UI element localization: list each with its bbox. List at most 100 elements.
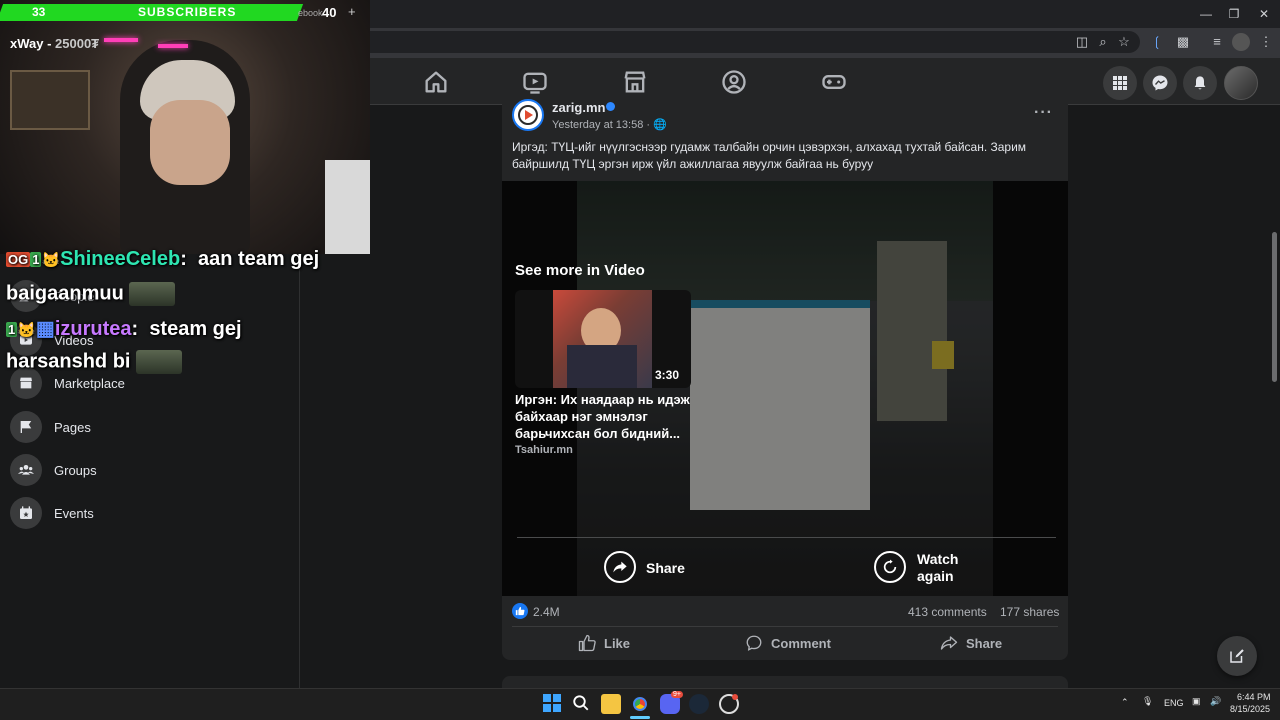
cat-emoji-icon: 🐱 <box>17 322 36 339</box>
share-button[interactable]: Share <box>940 630 1002 656</box>
reaction-count[interactable]: 2.4M <box>533 605 560 619</box>
comment-count[interactable]: 413 comments <box>908 605 987 619</box>
chat-text: aan team gej <box>198 248 320 270</box>
first-badge-icon: 1 <box>6 322 18 338</box>
bookmark-star-icon[interactable]: ☆ <box>1115 33 1133 51</box>
chat-text: steam gej <box>149 318 242 340</box>
donor-amount: 25000₮ <box>55 36 100 51</box>
apps-menu-icon[interactable] <box>1103 66 1137 100</box>
recording-dot <box>732 694 738 700</box>
microphone-icon[interactable]: 🎙 <box>1142 696 1153 707</box>
zoom-icon[interactable]: ⌕ <box>1094 33 1112 51</box>
sidebar-item-pages[interactable]: Pages <box>10 407 290 447</box>
clock-date[interactable]: 8/15/2025 <box>1230 704 1270 714</box>
like-reaction-icon[interactable] <box>512 603 528 619</box>
windows-start-icon[interactable] <box>543 694 563 714</box>
extension-icon[interactable]: ❲ <box>1148 33 1166 51</box>
og-badge-icon: OG <box>6 252 31 268</box>
related-video-source[interactable]: Tsahiur.mn <box>515 444 573 456</box>
discord-badge: 9+ <box>671 691 683 698</box>
network-icon[interactable]: ▣ <box>1192 696 1201 707</box>
chat-message: 1 🐱▦izurutea: steam gej <box>6 316 242 341</box>
comment-button[interactable]: Comment <box>745 630 831 656</box>
sidebar-item-label: Marketplace <box>54 375 125 391</box>
maximize-icon[interactable]: ❐ <box>1219 4 1249 24</box>
close-icon[interactable]: ✕ <box>1249 4 1279 24</box>
more-options-icon[interactable]: ··· <box>1034 104 1053 122</box>
donor-name: xWay - <box>10 36 56 51</box>
see-more-title: See more in Video <box>515 262 645 279</box>
comment-label: Comment <box>771 635 831 651</box>
related-video-title[interactable]: Иргэн: Их наядаар нь идэж байхаар нэг эм… <box>515 391 695 442</box>
reading-list-icon[interactable]: ≡ <box>1208 33 1226 51</box>
calendar-icon <box>10 497 42 529</box>
address-bar[interactable] <box>250 31 1140 53</box>
like-button[interactable]: Like <box>578 630 630 656</box>
tray-chevron-icon[interactable]: ⌃ <box>1121 697 1129 708</box>
thumbnail-body <box>567 345 637 388</box>
video-share-button[interactable]: Share <box>646 560 685 576</box>
file-explorer-icon[interactable] <box>601 694 621 714</box>
home-icon[interactable] <box>422 68 450 96</box>
chat-message: OG 1 🐱ShineeCeleb: aan team gej <box>6 248 319 271</box>
pc-case <box>325 160 370 254</box>
subscriber-goal: 40 <box>322 5 337 20</box>
post-timestamp[interactable]: Yesterday at 13:58 · 🌐 <box>552 118 667 131</box>
chrome-icon[interactable] <box>630 694 650 714</box>
chat-separator: : <box>131 318 139 340</box>
globe-icon: 🌐 <box>653 119 667 131</box>
chat-message-cont: harsanshd bi <box>6 350 183 374</box>
language-indicator[interactable]: ENG <box>1164 698 1184 708</box>
page-name[interactable]: zarig.mn <box>552 100 605 115</box>
page-avatar[interactable] <box>512 99 544 131</box>
chat-username: izurutea <box>54 318 132 340</box>
sidebar-item-events[interactable]: Events <box>10 493 290 533</box>
divider <box>517 537 1056 538</box>
gaming-icon[interactable] <box>820 68 848 96</box>
search-icon[interactable] <box>572 694 592 714</box>
chat-text: harsanshd bi <box>6 350 131 373</box>
volume-icon[interactable]: 🔊 <box>1210 696 1221 707</box>
watch-icon[interactable] <box>521 68 549 96</box>
puzzle-icon[interactable]: ▩ <box>1174 33 1192 51</box>
poster-frame <box>10 70 90 130</box>
first-badge-icon: 1 <box>30 252 42 268</box>
subscriber-count: 33 <box>32 5 46 19</box>
flag-icon <box>10 411 42 443</box>
marketplace-nav-icon[interactable] <box>621 68 649 96</box>
sidebar-item-label: Pages <box>54 419 91 435</box>
replay-icon[interactable] <box>874 551 906 583</box>
menu-icon[interactable]: ⋮ <box>1257 33 1275 51</box>
comment-bubble-icon <box>746 635 762 651</box>
chat-username: ShineeCeleb <box>60 248 181 270</box>
sidebar-item-label: Groups <box>54 462 97 478</box>
page-scrollbar[interactable] <box>1272 232 1277 382</box>
chat-message-cont: baigaanmuu <box>6 282 176 306</box>
divider <box>512 626 1058 627</box>
chat-separator: : <box>180 248 187 270</box>
new-tab-plus-icon[interactable]: + <box>348 4 356 19</box>
related-video-thumbnail[interactable] <box>553 290 652 388</box>
watch-again-button[interactable]: Watch again <box>917 551 977 585</box>
neon-light <box>104 38 138 42</box>
share-arrow-icon[interactable] <box>604 551 636 583</box>
like-label: Like <box>604 635 631 651</box>
account-avatar[interactable] <box>1224 66 1258 100</box>
notifications-bell-icon[interactable] <box>1183 66 1217 100</box>
share-label: Share <box>966 635 1003 651</box>
steam-icon[interactable] <box>689 694 709 714</box>
sidebar-item-groups[interactable]: Groups <box>10 450 290 490</box>
groups-nav-icon[interactable] <box>720 68 748 96</box>
cat-emoji-icon: 🐱 <box>41 252 61 269</box>
share-icon <box>940 636 958 650</box>
active-indicator <box>630 716 650 719</box>
cast-icon[interactable]: ◫ <box>1073 33 1091 51</box>
groups-icon <box>10 454 42 486</box>
new-message-button[interactable] <box>1217 636 1257 676</box>
clock-time[interactable]: 6:44 PM <box>1237 692 1271 702</box>
share-count[interactable]: 177 shares <box>1000 605 1059 619</box>
sub-badge-icon: ▦ <box>35 318 55 340</box>
profile-icon[interactable] <box>1232 33 1250 51</box>
messenger-icon[interactable] <box>1143 66 1177 100</box>
minimize-icon[interactable]: — <box>1191 4 1221 24</box>
